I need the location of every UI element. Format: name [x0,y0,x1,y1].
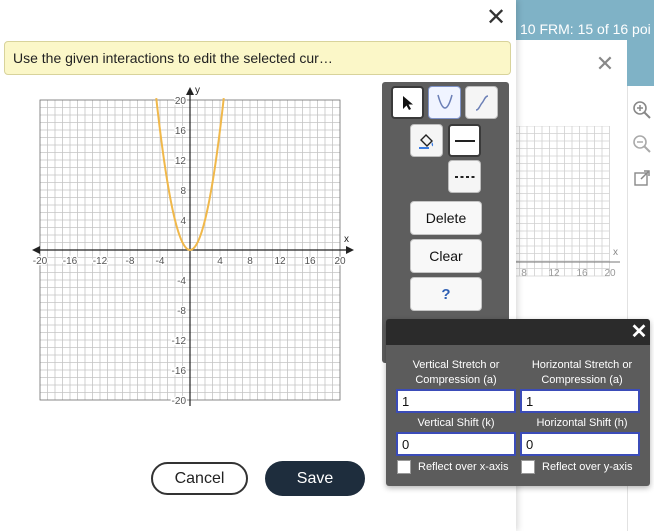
y-tick-label: -8 [177,306,186,317]
reflect-y-label: Reflect over y-axis [542,461,633,473]
paint-bucket-icon [418,133,433,149]
x-tick-label: 20 [334,256,346,267]
background-close-icon[interactable]: ✕ [594,53,616,75]
background-x-tick-label: 12 [548,268,560,279]
save-button[interactable]: Save [265,461,365,496]
x-tick-label: 12 [274,256,286,267]
external-link-icon[interactable] [632,168,652,188]
horizontal-shift-input[interactable] [520,432,640,456]
cancel-button[interactable]: Cancel [151,462,248,495]
curve-tool-button[interactable] [465,86,498,119]
dashed-line-icon [454,175,475,178]
solid-line-icon [454,139,475,142]
x-tick-label: -4 [156,256,165,267]
parabola-icon [436,94,453,109]
arrow-pointer-icon [402,95,413,110]
background-x-tick-label: 20 [604,268,616,279]
x-tick-label: 16 [304,256,316,267]
dialog-close-icon[interactable]: ✕ [484,6,508,30]
delete-button[interactable]: Delete [410,201,482,235]
y-tick-label: 20 [175,96,187,107]
background-header-text: 10 FRM: 15 of 16 poi [520,21,651,37]
reflect-x-checkbox[interactable] [397,460,411,474]
y-tick-label: 4 [180,216,186,227]
transform-panel-close-icon[interactable]: ✕ [629,321,649,343]
y-tick-label: -4 [177,276,186,287]
y-axis-arrow [186,87,194,95]
background-graph: x 8 12 16 20 [512,126,620,279]
x-tick-label: -8 [126,256,135,267]
instruction-banner: Use the given interactions to edit the s… [4,41,511,75]
vertical-shift-input[interactable] [396,432,516,456]
vertical-stretch-label: Vertical Stretch or Compression (a) [412,359,500,386]
x-tick-label: 4 [217,256,223,267]
y-tick-label: 16 [175,126,187,137]
vertical-shift-label: Vertical Shift (k) [417,417,495,429]
zoom-in-icon[interactable] [632,100,652,120]
background-x-axis-label: x [613,247,618,258]
y-tick-label: -16 [172,366,187,377]
clear-button[interactable]: Clear [410,239,482,273]
fill-color-button[interactable] [410,124,443,157]
horizontal-stretch-label: Horizontal Stretch or Compression (a) [531,359,633,386]
coordinate-graph[interactable]: x y -20 -16 -12 -8 -4 4 8 12 16 20 -20 -16 -12 -8 -4 4 8 12… [26,83,366,413]
x-tick-label: -20 [33,256,48,267]
reflect-y-checkbox[interactable] [521,460,535,474]
x-tick-label: 8 [247,256,253,267]
horizontal-shift-label: Horizontal Shift (h) [536,417,628,429]
x-axis-arrow [346,246,354,254]
y-tick-label: 8 [180,186,186,197]
background-x-tick-label: 16 [576,268,588,279]
solid-line-button[interactable] [448,124,481,157]
y-tick-label: 12 [175,156,187,167]
background-x-tick-label: 8 [521,268,527,279]
y-tick-label: -20 [172,396,187,407]
y-axis-label: y [195,85,200,96]
x-tick-label: -16 [63,256,78,267]
select-tool-button[interactable] [391,86,424,119]
vertical-stretch-input[interactable] [396,389,516,413]
transform-panel-header [386,319,650,345]
help-button[interactable]: ? [410,277,482,311]
dashed-line-button[interactable] [448,160,481,193]
curve-icon [475,94,488,111]
x-tick-label: -12 [93,256,108,267]
y-tick-label: -12 [172,336,187,347]
parabola-tool-button[interactable] [428,86,461,119]
zoom-out-icon[interactable] [632,134,652,154]
horizontal-stretch-input[interactable] [520,389,640,413]
x-axis-arrow [32,246,40,254]
transform-panel: ✕ Vertical Stretch or Compression (a) Ho… [386,319,650,486]
reflect-x-label: Reflect over x-axis [418,461,509,473]
x-axis-label: x [344,234,349,245]
